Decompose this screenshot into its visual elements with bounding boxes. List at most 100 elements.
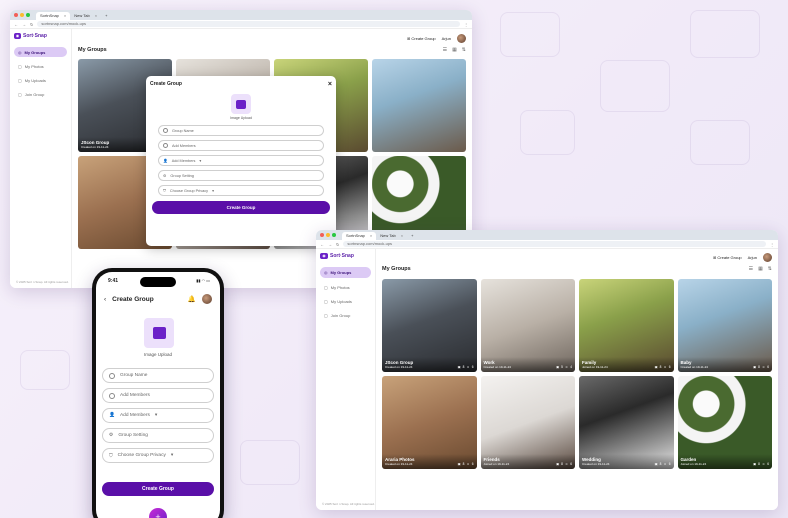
sidebar-item-my-photos[interactable]: ▢ My Photos [320,282,371,292]
photo-count-icon: ▣ [556,462,560,466]
card-info: Garden Joined on 19-11-24 ▣ 8 ☺ 6 [677,454,772,469]
new-tab-plus-icon[interactable]: + [101,12,111,20]
card-info: Friends Joined on 19-11-24 ▣ 8 ☺ 6 [480,454,575,469]
bg-camera-doodle [690,10,760,58]
group-card[interactable]: Friends Joined on 19-11-24 ▣ 8 ☺ 6 [480,376,575,469]
photo-count-icon: ▣ [753,462,757,466]
group-privacy-select[interactable]: ⛉ Choose Group Privacy ▾ [102,448,214,463]
card-info: Wedding Created on 19-11-24 ▣ 8 ☺ 6 [579,454,674,469]
avatar[interactable] [457,33,466,43]
members-count: 6 [767,365,769,369]
fab-add-button[interactable]: + [149,508,167,518]
members-icon [163,143,168,148]
list-view-icon[interactable]: ☰ [443,47,447,53]
sidebar-item-my-groups[interactable]: ◎ My Groups [14,47,67,57]
back-icon[interactable]: ← [14,22,18,27]
members-count-icon: ☺ [761,462,766,466]
grid-view-icon[interactable]: ▦ [758,266,763,272]
tab-new[interactable]: New Tab × [376,232,407,240]
group-card[interactable]: Work Created on 19-11-24 ▣ 5 ☺ 4 [480,279,575,372]
sidebar-item-join-group[interactable]: ▢ Join Group [14,89,67,99]
group-card[interactable]: JScon Group Created on 19-11-24 ▣ 8 ☺ 6 [382,279,477,372]
tab-new[interactable]: New Tab × [70,12,101,20]
tab-sortnsnap[interactable]: SortnSnap × [342,232,377,240]
app-logo[interactable]: ◉ Sort·Snap [320,253,371,259]
phone-frame: 9:41 ▮▮ ◠ ▭ ‹ Create Group 🔔 Image Uploa… [92,268,224,518]
url-field[interactable]: sortnsnap.com/mock-ups [343,241,766,247]
image-icon [236,99,246,109]
reload-icon[interactable]: ↻ [336,242,339,247]
group-card[interactable]: Family Joined on 19-11-24 ▣ 8 ☺ 6 [579,279,674,372]
group-privacy-select[interactable]: ⛉ Choose Group Privacy ▾ [158,185,324,196]
create-group-modal: Create Group × Image Upload Group Name A… [146,76,336,246]
back-arrow-icon[interactable]: ‹ [104,296,106,303]
bg-camera-doodle [240,440,300,485]
group-setting-input[interactable]: ⚙ Group Setting [102,428,214,443]
user-name: Arjun [441,35,451,41]
group-card[interactable]: Baby Created on 19-11-24 ▣ 8 ☺ 6 [677,279,772,372]
add-members-input[interactable]: Add Members [102,388,214,403]
close-tab-icon[interactable]: × [370,232,372,240]
avatar[interactable] [763,252,772,262]
sidebar-item-my-uploads[interactable]: ▢ My Uploads [14,75,67,85]
menu-dots-icon[interactable]: ⋮ [770,242,774,247]
camera-icon: ◉ [320,253,328,259]
tab-sortnsnap[interactable]: SortnSnap × [36,12,71,20]
group-card[interactable]: Garden Joined on 19-11-24 ▣ 8 ☺ 6 [677,376,772,469]
forward-icon[interactable]: → [22,22,26,27]
sort-icon[interactable]: ⇅ [768,266,772,272]
back-icon[interactable]: ← [320,242,324,247]
forward-icon[interactable]: → [328,242,332,247]
new-tab-plus-icon[interactable]: + [407,232,417,240]
sidebar-item-my-photos[interactable]: ▢ My Photos [14,61,67,71]
image-upload-label: Image Upload [230,116,252,120]
group-name-input[interactable]: Group Name [158,125,324,136]
phone-screen: 9:41 ▮▮ ◠ ▭ ‹ Create Group 🔔 Image Uploa… [96,272,220,518]
close-icon[interactable]: × [328,81,332,88]
grid-view-icon[interactable]: ▦ [452,47,457,53]
join-icon: ▢ [18,91,22,97]
image-upload-box[interactable] [231,94,251,114]
chevron-down-icon: ▾ [212,189,214,193]
members-count: 6 [668,462,671,466]
sidebar-item-my-uploads[interactable]: ▢ My Uploads [320,296,371,306]
photo-count-icon: ▣ [556,365,560,369]
members-count-icon: ☺ [761,365,766,369]
card-stats: ▣ 8 ☺ 6 [655,462,671,466]
create-group-button[interactable]: ⊞ Create Group [713,255,742,260]
phone-title: Create Group [112,295,154,303]
sort-icon[interactable]: ⇅ [462,47,466,53]
create-group-submit[interactable]: Create Group [152,201,330,214]
create-group-submit[interactable]: Create Group [102,482,214,496]
user-name: Arjun [747,254,757,260]
sidebar-item-join-group[interactable]: ▢ Join Group [320,310,371,320]
group-setting-input[interactable]: ⚙ Group Setting [158,170,324,181]
image-upload-box[interactable] [144,318,174,348]
group-card[interactable]: Wedding Created on 19-11-24 ▣ 8 ☺ 6 [579,376,674,469]
group-icon [163,128,168,133]
members-count-icon: ☺ [663,462,667,466]
members-count: 6 [767,462,769,466]
add-members-input[interactable]: Add Members [158,140,324,151]
photo-icon: ▢ [18,63,22,69]
members-count-icon: ☺ [466,365,470,369]
group-card[interactable]: Araria Photos Created on 19-11-24 ▣ 8 ☺ 6 [382,376,477,469]
bell-icon[interactable]: 🔔 [188,295,196,303]
photo-count-icon: ▣ [457,462,461,466]
sidebar-item-my-groups[interactable]: ◎ My Groups [320,267,371,278]
reload-icon[interactable]: ↻ [30,22,33,27]
close-tab-icon[interactable]: × [95,12,97,20]
avatar[interactable] [202,294,212,304]
list-view-icon[interactable]: ☰ [749,266,753,272]
create-group-button[interactable]: ⊞ Create Group [407,36,436,41]
url-field[interactable]: sortnsnap.com/mock-ups [37,21,460,27]
close-tab-icon[interactable]: × [64,12,66,20]
group-card[interactable] [372,59,466,152]
add-members-dropdown[interactable]: 👤 Add Members ▾ [102,408,214,423]
close-tab-icon[interactable]: × [401,232,403,240]
app-logo[interactable]: ◉ Sort·Snap [14,33,67,39]
add-members-dropdown[interactable]: 👤 Add Members ▾ [158,155,324,166]
copyright: © 2025 Sort n Snap. All rights reserved. [322,502,375,506]
menu-dots-icon[interactable]: ⋮ [464,22,468,27]
group-name-input[interactable]: Group Name [102,368,214,383]
